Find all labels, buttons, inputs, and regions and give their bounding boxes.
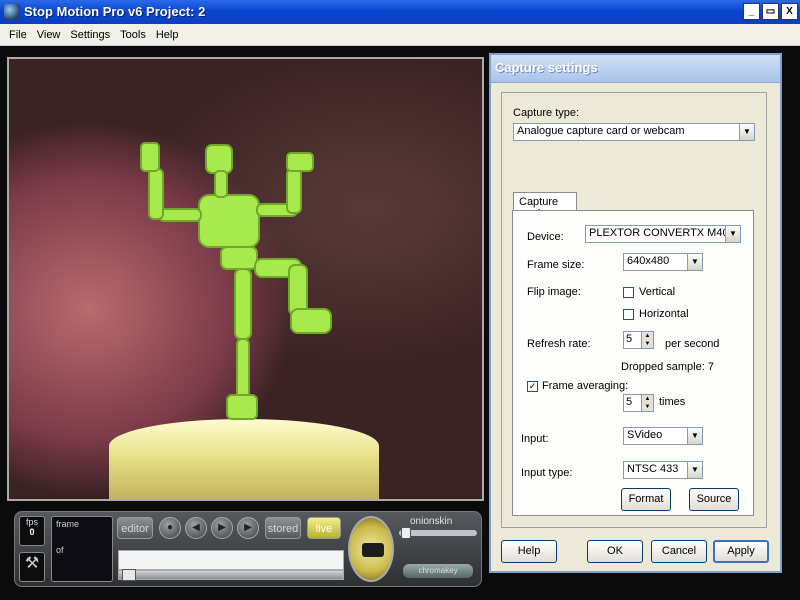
capture-type-label: Capture type: xyxy=(513,107,580,119)
refresh-rate-value: 5 xyxy=(626,333,633,345)
vertical-checkbox[interactable] xyxy=(623,287,634,298)
record-button[interactable]: ● xyxy=(159,517,181,539)
close-button[interactable]: X xyxy=(781,3,798,20)
vertical-label: Vertical xyxy=(639,286,676,298)
dialog-title: Capture settings xyxy=(491,55,780,83)
frame-display: frame of xyxy=(51,516,113,582)
tab-capture-card[interactable]: Capture card xyxy=(513,192,577,220)
menu-help[interactable]: Help xyxy=(151,29,184,41)
fps-label: fps xyxy=(25,517,38,527)
maximize-button[interactable]: ▭ xyxy=(762,3,779,20)
frame-label: frame xyxy=(56,519,80,529)
menu-view[interactable]: View xyxy=(32,29,66,41)
fps-value: 0 xyxy=(29,527,35,537)
capture-type-value: Analogue capture card or webcam xyxy=(517,125,685,137)
editor-button[interactable]: editor xyxy=(117,517,153,539)
frame-size-label: Frame size: xyxy=(527,259,585,271)
camera-icon xyxy=(362,543,384,557)
times-value: 5 xyxy=(626,396,633,408)
spin-down-icon[interactable]: ▼ xyxy=(641,340,653,348)
input-label: Input: xyxy=(521,433,549,445)
tools-icon[interactable]: ⚒ xyxy=(19,552,45,582)
refresh-rate-spinner[interactable]: 5 ▲ ▼ xyxy=(623,331,654,349)
timeline-scrubber[interactable] xyxy=(118,569,344,581)
apply-button[interactable]: Apply xyxy=(713,540,769,563)
live-video-viewport[interactable] xyxy=(7,57,484,501)
step-back-button[interactable]: ◀ xyxy=(185,517,207,539)
step-forward-button[interactable]: ▶ xyxy=(237,517,259,539)
minimize-button[interactable]: _ xyxy=(743,3,760,20)
green-figure xyxy=(140,142,332,420)
menu-bar: File View Settings Tools Help xyxy=(0,24,800,46)
input-value: SVideo xyxy=(627,429,663,441)
frame-of-label: of xyxy=(56,545,64,555)
title-bar: Stop Motion Pro v6 Project: 2 _ ▭ X xyxy=(0,0,800,24)
ok-button[interactable]: OK xyxy=(587,540,643,563)
dropped-sample-label: Dropped sample: 7 xyxy=(621,361,714,373)
times-label: times xyxy=(659,396,686,408)
stored-button[interactable]: stored xyxy=(265,517,301,539)
spin-up-icon[interactable]: ▲ xyxy=(641,332,653,340)
per-second-label: per second xyxy=(665,338,720,350)
menu-tools[interactable]: Tools xyxy=(115,29,151,41)
spin-up-icon[interactable]: ▲ xyxy=(641,395,653,403)
spin-down-icon[interactable]: ▼ xyxy=(641,403,653,411)
chromakey-button[interactable]: chromakey xyxy=(403,564,473,578)
timeline-strip[interactable] xyxy=(118,550,344,570)
frame-size-select[interactable]: 640x480 ▼ xyxy=(623,253,703,271)
chevron-down-icon[interactable]: ▼ xyxy=(687,462,702,478)
input-type-select[interactable]: NTSC 433 ▼ xyxy=(623,461,703,479)
flip-image-label: Flip image: xyxy=(527,286,581,298)
app-icon xyxy=(4,4,20,20)
horizontal-checkbox[interactable] xyxy=(623,309,634,320)
horizontal-label: Horizontal xyxy=(639,308,689,320)
capture-card-panel: Device: PLEXTOR CONVERTX M402U A/V CAF ▼… xyxy=(512,210,754,516)
play-button[interactable]: ▶ xyxy=(211,517,233,539)
window-title: Stop Motion Pro v6 Project: 2 xyxy=(24,4,206,19)
frame-averaging-label: Frame averaging: xyxy=(542,380,629,392)
onionskin-label: onionskin xyxy=(410,516,453,527)
capture-settings-dialog: Capture settings Capture type: Analogue … xyxy=(489,53,782,573)
format-button[interactable]: Format xyxy=(621,488,671,511)
scrubber-handle[interactable] xyxy=(122,569,136,581)
device-select[interactable]: PLEXTOR CONVERTX M402U A/V CAF ▼ xyxy=(585,225,741,243)
device-value: PLEXTOR CONVERTX M402U A/V CAF xyxy=(589,227,740,239)
chevron-down-icon[interactable]: ▼ xyxy=(739,124,754,140)
live-button[interactable]: live xyxy=(307,517,341,539)
refresh-rate-label: Refresh rate: xyxy=(527,338,591,350)
device-label: Device: xyxy=(527,231,564,243)
capture-type-select[interactable]: Analogue capture card or webcam ▼ xyxy=(513,123,755,141)
onionskin-handle[interactable] xyxy=(401,527,411,539)
chevron-down-icon[interactable]: ▼ xyxy=(687,254,702,270)
frame-size-value: 640x480 xyxy=(627,255,670,267)
dialog-body: Capture type: Analogue capture card or w… xyxy=(501,92,767,528)
input-select[interactable]: SVideo ▼ xyxy=(623,427,703,445)
times-spinner[interactable]: 5 ▲ ▼ xyxy=(623,394,654,412)
source-button[interactable]: Source xyxy=(689,488,739,511)
input-type-value: NTSC 433 xyxy=(627,463,679,475)
help-button[interactable]: Help xyxy=(501,540,557,563)
onionskin-slider[interactable] xyxy=(399,527,477,539)
control-panel: fps 0 ⚒ frame of editor ● ◀ ▶ ▶ stored l… xyxy=(14,511,482,587)
menu-settings[interactable]: Settings xyxy=(65,29,115,41)
capture-frame-button[interactable] xyxy=(348,516,394,582)
chevron-down-icon[interactable]: ▼ xyxy=(687,428,702,444)
chevron-down-icon[interactable]: ▼ xyxy=(725,226,740,242)
cancel-button[interactable]: Cancel xyxy=(651,540,707,563)
frame-averaging-checkbox[interactable]: ✓ xyxy=(527,381,538,392)
fps-display: fps 0 xyxy=(19,516,45,546)
menu-file[interactable]: File xyxy=(4,29,32,41)
input-type-label: Input type: xyxy=(521,467,573,479)
